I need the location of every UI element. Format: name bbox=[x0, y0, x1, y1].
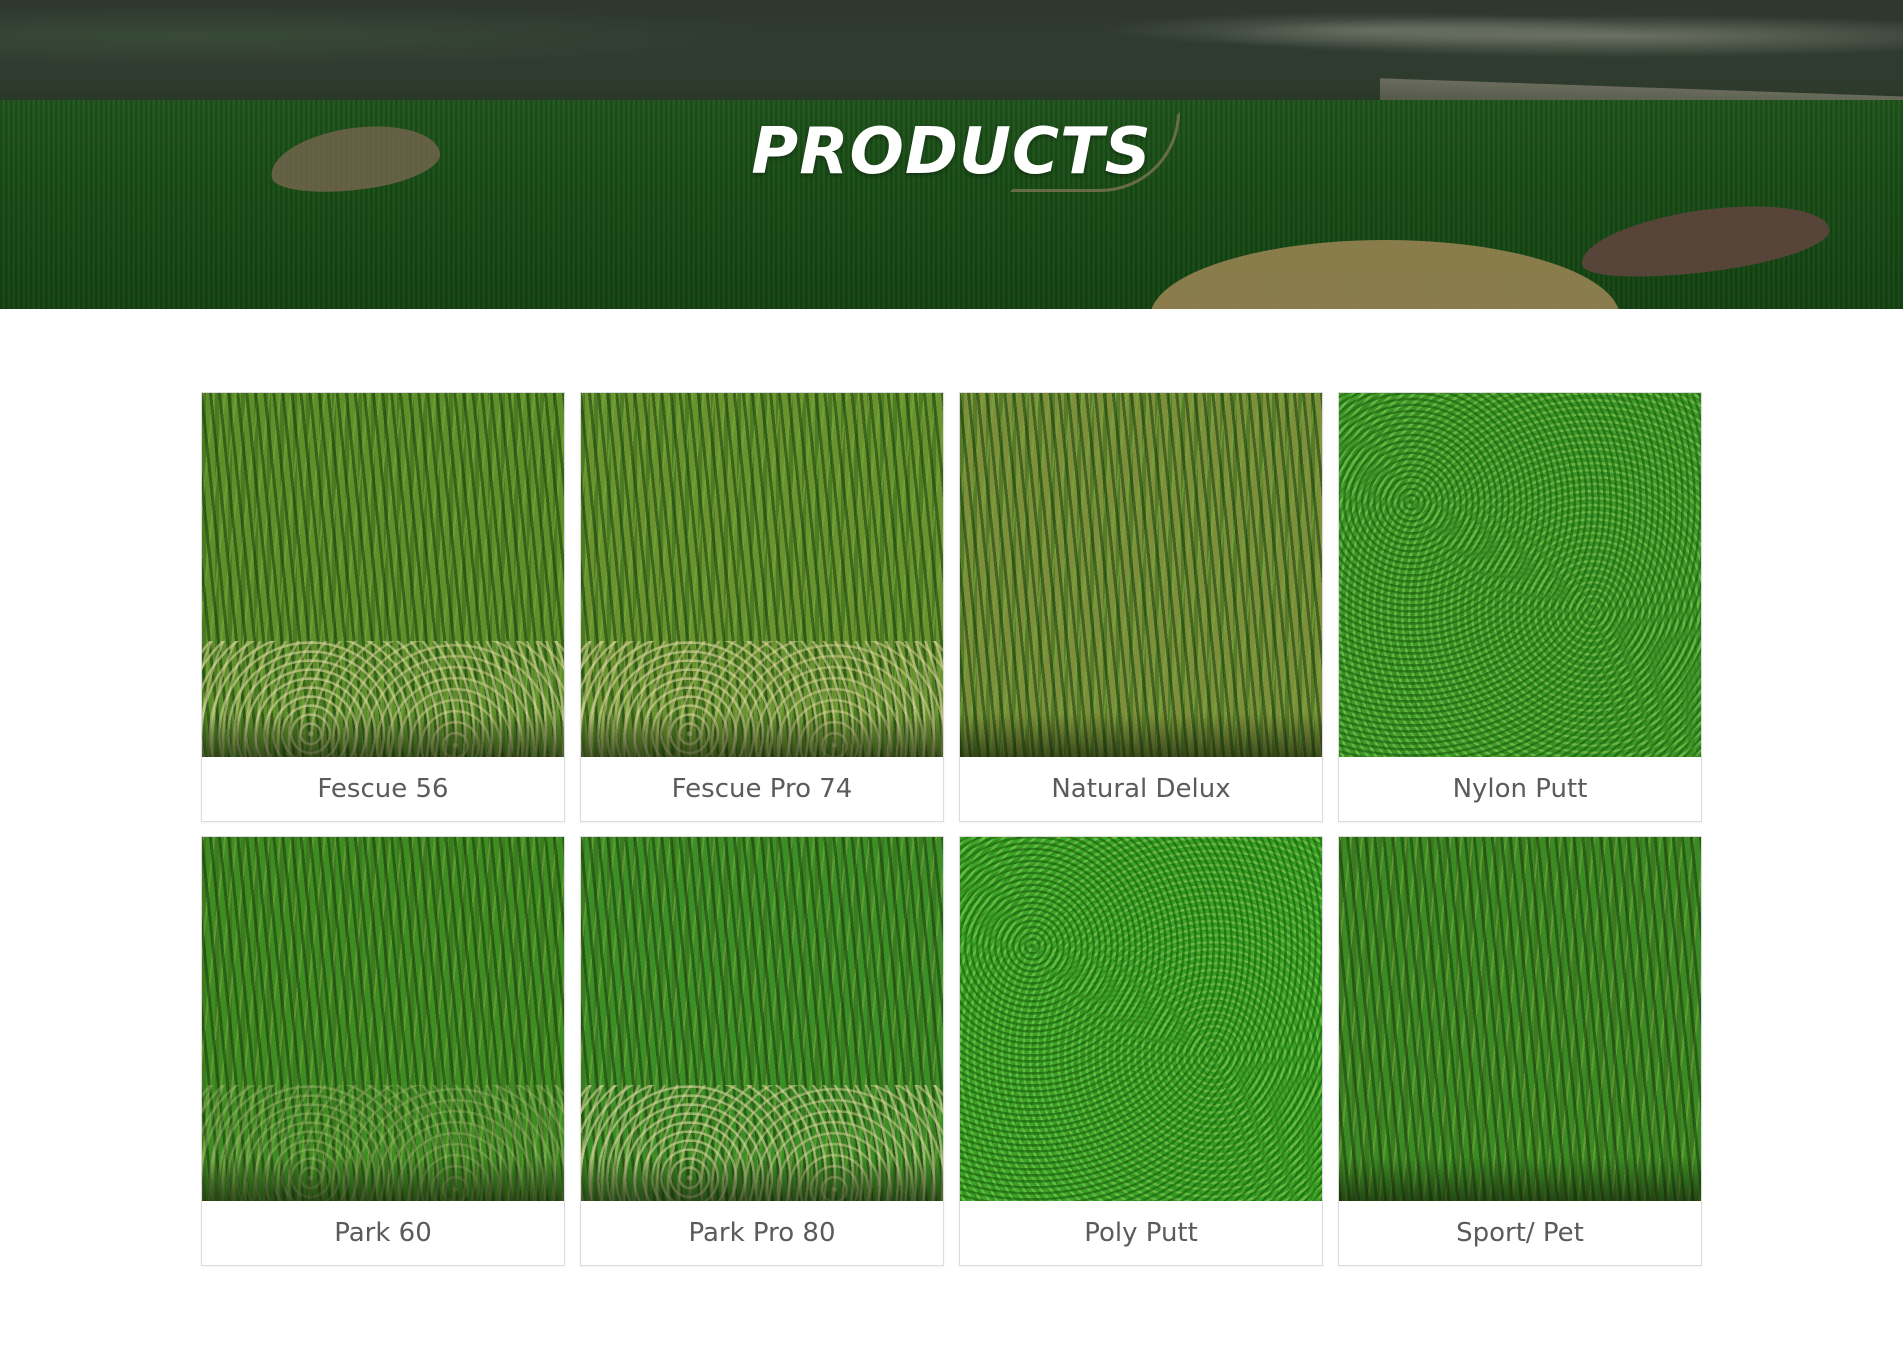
product-card-park-pro-80[interactable]: Park Pro 80 bbox=[580, 836, 944, 1266]
product-image[interactable] bbox=[581, 393, 943, 757]
image-shadow bbox=[581, 1157, 943, 1201]
image-shadow bbox=[202, 713, 564, 757]
image-shadow bbox=[581, 713, 943, 757]
product-image[interactable] bbox=[581, 837, 943, 1201]
product-name[interactable]: Natural Delux bbox=[960, 757, 1322, 821]
product-image[interactable] bbox=[202, 837, 564, 1201]
product-name[interactable]: Poly Putt bbox=[960, 1201, 1322, 1265]
product-name[interactable]: Fescue 56 bbox=[202, 757, 564, 821]
product-image[interactable] bbox=[1339, 393, 1701, 757]
product-name[interactable]: Nylon Putt bbox=[1339, 757, 1701, 821]
product-grid: Fescue 56 Fescue Pro 74 Natural Delux Ny… bbox=[201, 392, 1704, 1266]
product-image[interactable] bbox=[1339, 837, 1701, 1201]
product-name[interactable]: Park 60 bbox=[202, 1201, 564, 1265]
product-name[interactable]: Sport/ Pet bbox=[1339, 1201, 1701, 1265]
product-image[interactable] bbox=[960, 393, 1322, 757]
image-shadow bbox=[202, 1157, 564, 1201]
product-card-park-60[interactable]: Park 60 bbox=[201, 836, 565, 1266]
product-card-sport-pet[interactable]: Sport/ Pet bbox=[1338, 836, 1702, 1266]
product-card-poly-putt[interactable]: Poly Putt bbox=[959, 836, 1323, 1266]
product-card-nylon-putt[interactable]: Nylon Putt bbox=[1338, 392, 1702, 822]
product-image[interactable] bbox=[202, 393, 564, 757]
product-name[interactable]: Fescue Pro 74 bbox=[581, 757, 943, 821]
product-image[interactable] bbox=[960, 837, 1322, 1201]
product-card-natural-delux[interactable]: Natural Delux bbox=[959, 392, 1323, 822]
product-card-fescue-pro-74[interactable]: Fescue Pro 74 bbox=[580, 392, 944, 822]
image-shadow bbox=[1339, 1157, 1701, 1201]
page-title: PRODUCTS bbox=[751, 115, 1152, 189]
product-card-fescue-56[interactable]: Fescue 56 bbox=[201, 392, 565, 822]
hero-banner: PRODUCTS bbox=[0, 0, 1903, 309]
product-name[interactable]: Park Pro 80 bbox=[581, 1201, 943, 1265]
image-shadow bbox=[960, 713, 1322, 757]
